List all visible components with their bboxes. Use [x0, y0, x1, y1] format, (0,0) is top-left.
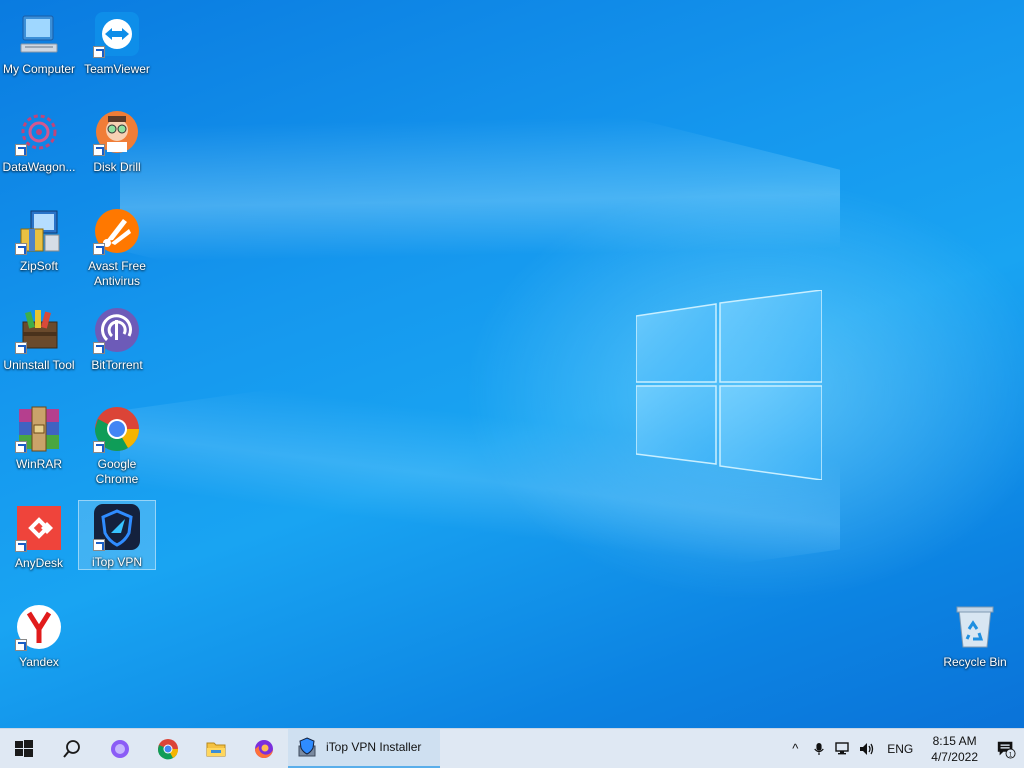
desktop-icon-my-computer[interactable]: My Computer — [0, 8, 78, 88]
taskbar: iTop VPN Installer ^ ENG 8:15 AM 4/7/202… — [0, 728, 1024, 768]
desktop-icon-recycle-bin[interactable]: Recycle Bin — [936, 601, 1014, 681]
desktop-icon-itop-vpn[interactable]: iTop VPN — [78, 500, 156, 570]
desktop-icon-zipsoft[interactable]: ZipSoft — [0, 205, 78, 285]
volume-icon[interactable] — [855, 729, 879, 768]
taskbar-chrome-button[interactable] — [144, 729, 192, 768]
anydesk-icon — [15, 504, 63, 552]
shortcut-arrow-icon — [15, 639, 27, 651]
shortcut-arrow-icon — [93, 539, 105, 551]
notification-count: 1 — [1009, 751, 1013, 758]
desktop-icon-yandex[interactable]: Yandex — [0, 601, 78, 681]
network-icon[interactable] — [831, 729, 855, 768]
icon-label: Avast Free Antivirus — [88, 259, 146, 288]
avast-icon — [93, 207, 141, 255]
shortcut-arrow-icon — [15, 342, 27, 354]
shortcut-arrow-icon — [93, 342, 105, 354]
desktop-icon-uninstall-tool[interactable]: Uninstall Tool — [0, 304, 78, 384]
desktop[interactable]: My Computer TeamViewer DataWagon... Disk… — [0, 0, 1024, 728]
icon-label: WinRAR — [15, 457, 62, 471]
desktop-icon-bittorrent[interactable]: BitTorrent — [78, 304, 156, 384]
shortcut-arrow-icon — [15, 243, 27, 255]
icon-label: Yandex — [19, 655, 59, 669]
file-explorer-icon — [206, 742, 226, 756]
microphone-icon[interactable] — [807, 729, 831, 768]
start-icon — [15, 739, 33, 757]
shortcut-arrow-icon — [15, 540, 27, 552]
yandex-icon — [15, 603, 63, 651]
desktop-icon-teamviewer[interactable]: TeamViewer — [78, 8, 156, 88]
search-button[interactable] — [48, 729, 96, 768]
icon-label: Uninstall Tool — [3, 358, 75, 372]
icon-label: ZipSoft — [19, 259, 58, 273]
action-center-button[interactable]: 1 — [988, 729, 1024, 768]
clock[interactable]: 8:15 AM 4/7/2022 — [921, 733, 988, 765]
desktop-icon-anydesk[interactable]: AnyDesk — [0, 502, 78, 582]
firefox-icon — [255, 739, 273, 758]
chrome-icon — [157, 738, 179, 759]
show-hidden-icons-chevron-up-icon[interactable]: ^ — [783, 729, 807, 768]
input-language-indicator[interactable]: ENG — [879, 742, 921, 756]
system-tray: ^ ENG 8:15 AM 4/7/2022 1 — [783, 729, 1024, 768]
shortcut-arrow-icon — [93, 243, 105, 255]
icon-label: TeamViewer — [84, 62, 150, 76]
icon-label: My Computer — [2, 62, 76, 76]
bittorrent-icon — [93, 306, 141, 354]
clock-time: 8:15 AM — [932, 733, 977, 748]
notification-icon: 1 — [997, 741, 1016, 759]
itop-vpn-installer-icon — [298, 737, 316, 757]
icon-label: iTop VPN — [91, 555, 143, 569]
desktop-icon-avast[interactable]: Avast Free Antivirus — [78, 205, 156, 288]
icon-label: Google Chrome — [95, 457, 139, 486]
desktop-icon-google-chrome[interactable]: Google Chrome — [78, 403, 156, 486]
windows-logo-wallpaper — [635, 289, 823, 481]
datawagon-icon — [15, 108, 63, 156]
icon-label: BitTorrent — [91, 358, 143, 372]
shortcut-arrow-icon — [93, 46, 105, 58]
clock-date: 4/7/2022 — [931, 749, 978, 764]
disk-drill-icon — [93, 108, 141, 156]
taskbar-file-explorer-button[interactable] — [192, 729, 240, 768]
teamviewer-icon — [93, 10, 141, 58]
shortcut-arrow-icon — [93, 441, 105, 453]
taskbar-firefox-button[interactable] — [240, 729, 288, 768]
running-app-label: iTop VPN Installer — [326, 740, 422, 754]
start-button[interactable] — [0, 729, 48, 768]
search-icon — [63, 739, 80, 758]
icon-label: Disk Drill — [93, 160, 141, 174]
cortana-icon — [111, 739, 129, 758]
zipsoft-icon — [15, 207, 63, 255]
desktop-icon-datawagon[interactable]: DataWagon... — [0, 106, 78, 186]
taskbar-running-app-itop-vpn-installer[interactable]: iTop VPN Installer — [288, 728, 440, 768]
computer-icon — [15, 10, 63, 58]
winrar-icon — [15, 405, 63, 453]
recycle-bin-icon — [951, 603, 999, 651]
desktop-icon-winrar[interactable]: WinRAR — [0, 403, 78, 483]
desktop-icon-disk-drill[interactable]: Disk Drill — [78, 106, 156, 186]
shortcut-arrow-icon — [15, 144, 27, 156]
itop-vpn-icon — [93, 503, 141, 551]
chrome-icon — [93, 405, 141, 453]
uninstall-tool-icon — [15, 306, 63, 354]
cortana-button[interactable] — [96, 729, 144, 768]
icon-label: AnyDesk — [14, 556, 64, 570]
shortcut-arrow-icon — [93, 144, 105, 156]
shortcut-arrow-icon — [15, 441, 27, 453]
icon-label: Recycle Bin — [943, 655, 1007, 669]
icon-label: DataWagon... — [2, 160, 76, 174]
